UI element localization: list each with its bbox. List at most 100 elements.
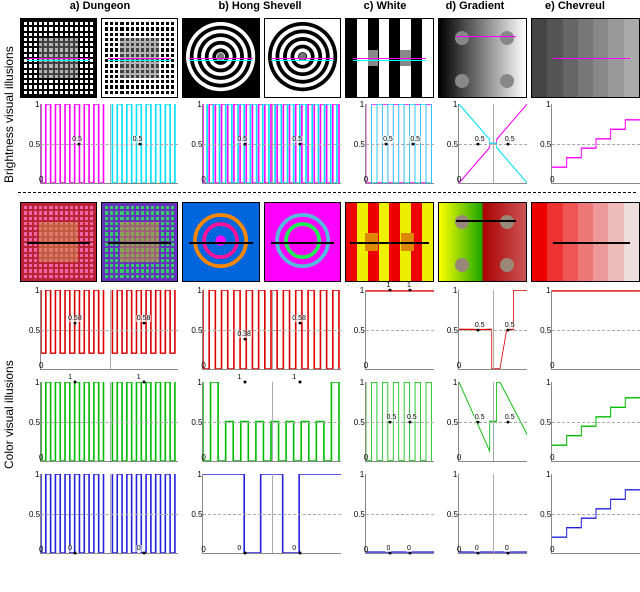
plot-bright-dungeon: 10.500.50.5 bbox=[40, 104, 178, 184]
green-plots-row: 10.5011 10.5011 10.500.50.5 10.500.50.5 … bbox=[20, 382, 640, 462]
midline bbox=[366, 330, 434, 331]
midline bbox=[366, 144, 434, 145]
axis-ymid: 0.5 bbox=[191, 510, 202, 519]
plot-bright-hongshevell: 10.500.50.5 bbox=[202, 104, 340, 184]
axis-y0: 0 bbox=[39, 361, 43, 370]
plot-annotation: 0.5 bbox=[406, 414, 418, 421]
plot-annotation: 0.5 bbox=[132, 136, 144, 143]
axis-y1: 1 bbox=[453, 286, 457, 295]
axis-y0: 0 bbox=[201, 175, 205, 184]
axis-ymid: 0.5 bbox=[540, 418, 551, 427]
plot-annotation: 1 bbox=[136, 374, 142, 381]
plot-annotation: 0.58 bbox=[136, 315, 152, 322]
plot-dot bbox=[74, 381, 77, 384]
axis-y0: 0 bbox=[364, 361, 368, 370]
axis-ymid: 0.5 bbox=[540, 510, 551, 519]
col-title-c: c) White bbox=[340, 0, 430, 12]
hongshevell-color-right bbox=[264, 202, 341, 282]
axis-y0: 0 bbox=[457, 361, 461, 370]
plot-red-a: 10.500.580.58 bbox=[40, 290, 178, 370]
dungeon-color-right bbox=[101, 202, 178, 282]
plot-green-d: 10.500.50.5 bbox=[458, 382, 527, 462]
axis-ymid: 0.5 bbox=[354, 418, 365, 427]
vline bbox=[493, 474, 494, 553]
axis-ymid: 0.5 bbox=[29, 326, 40, 335]
plot-annotation: 0.5 bbox=[382, 136, 394, 143]
plot-bright-white: 10.500.50.5 bbox=[365, 104, 434, 184]
plot-annotation: 0.5 bbox=[474, 322, 486, 329]
white-color bbox=[345, 202, 434, 282]
axis-y0: 0 bbox=[550, 453, 554, 462]
plot-annotation: 0.38 bbox=[236, 331, 252, 338]
axis-y1: 1 bbox=[546, 100, 550, 109]
axis-ymid: 0.5 bbox=[354, 510, 365, 519]
axis-y0: 0 bbox=[457, 545, 461, 554]
plot-annotation: 0.5 bbox=[474, 136, 486, 143]
plot-annotation: 0.5 bbox=[474, 414, 486, 421]
plot-annotation: 0.58 bbox=[291, 315, 307, 322]
plot-annotation: 1 bbox=[236, 374, 242, 381]
vline bbox=[493, 290, 494, 369]
plot-blue-c: 10.5000 bbox=[365, 474, 434, 554]
axis-ymid: 0.5 bbox=[29, 510, 40, 519]
gradient-bright bbox=[438, 18, 527, 98]
axis-y0: 0 bbox=[39, 453, 43, 462]
col-title-e: e) Chevreul bbox=[520, 0, 630, 12]
plot-annotation: 0 bbox=[385, 545, 391, 552]
axis-y0: 0 bbox=[457, 175, 461, 184]
vline bbox=[272, 474, 273, 553]
col-title-a: a) Dungeon bbox=[20, 0, 180, 12]
axis-ymid: 0.5 bbox=[191, 140, 202, 149]
plot-blue-d: 10.5000 bbox=[458, 474, 527, 554]
plot-dot bbox=[74, 552, 77, 555]
axis-y1: 1 bbox=[546, 378, 550, 387]
axis-y1: 1 bbox=[546, 286, 550, 295]
vline bbox=[110, 290, 111, 369]
plot-blue-e: 10.50 bbox=[551, 474, 640, 554]
plot-annotation: 0 bbox=[504, 545, 510, 552]
axis-y1: 1 bbox=[197, 378, 201, 387]
axis-y1: 1 bbox=[197, 470, 201, 479]
axis-y1: 1 bbox=[35, 100, 39, 109]
axis-y0: 0 bbox=[550, 545, 554, 554]
axis-y1: 1 bbox=[35, 286, 39, 295]
plot-annotation: 0 bbox=[406, 545, 412, 552]
axis-y0: 0 bbox=[201, 545, 205, 554]
side-label-color: Color visual illusions bbox=[2, 250, 16, 580]
axis-ymid: 0.5 bbox=[540, 140, 551, 149]
vline bbox=[493, 104, 494, 183]
axis-y1: 1 bbox=[35, 378, 39, 387]
plot-annotation: 0 bbox=[291, 545, 297, 552]
axis-y1: 1 bbox=[360, 378, 364, 387]
color-images-row bbox=[20, 202, 640, 282]
axis-y1: 1 bbox=[35, 470, 39, 479]
midline bbox=[366, 422, 434, 423]
plot-annotation: 0 bbox=[136, 545, 142, 552]
axis-y1: 1 bbox=[197, 100, 201, 109]
plot-annotation: 0.5 bbox=[71, 136, 83, 143]
vline bbox=[110, 104, 111, 183]
plot-annotation: 0.5 bbox=[409, 136, 421, 143]
dungeon-bright-right bbox=[101, 18, 178, 98]
axis-ymid: 0.5 bbox=[540, 326, 551, 335]
plot-green-b: 10.5011 bbox=[202, 382, 340, 462]
plot-annotation: 1 bbox=[406, 282, 412, 289]
plot-green-c: 10.500.50.5 bbox=[365, 382, 434, 462]
chevreul-bright bbox=[531, 18, 640, 98]
axis-ymid: 0.5 bbox=[447, 140, 458, 149]
plot-blue-a: 10.5000 bbox=[40, 474, 178, 554]
plot-annotation: 1 bbox=[67, 374, 73, 381]
axis-y0: 0 bbox=[364, 545, 368, 554]
plot-annotation: 0 bbox=[474, 545, 480, 552]
midline bbox=[366, 514, 434, 515]
axis-y1: 1 bbox=[453, 470, 457, 479]
axis-y1: 1 bbox=[453, 378, 457, 387]
vline bbox=[493, 382, 494, 461]
plot-dot bbox=[143, 381, 146, 384]
plot-red-d: 10.500.50.5 bbox=[458, 290, 527, 370]
plot-annotation: 0 bbox=[67, 545, 73, 552]
axis-ymid: 0.5 bbox=[191, 326, 202, 335]
plot-annotation: 0.5 bbox=[236, 136, 248, 143]
axis-y1: 1 bbox=[360, 470, 364, 479]
brightness-images-row bbox=[20, 18, 640, 98]
